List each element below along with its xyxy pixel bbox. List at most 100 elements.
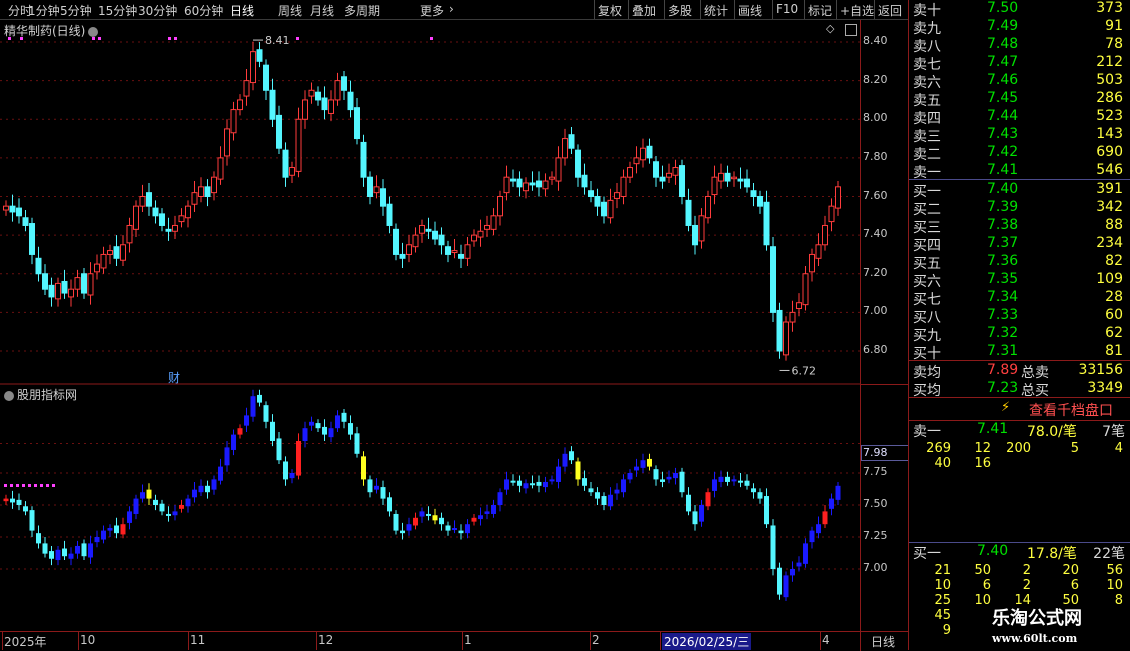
candle-body xyxy=(328,99,334,114)
ob-level-label: 买九 xyxy=(913,328,941,344)
sub-candle-body xyxy=(81,543,87,557)
ob-volume: 88 xyxy=(1105,217,1123,233)
ask-row[interactable]: 卖六 7.46 503 xyxy=(909,72,1130,91)
chevron-right-icon[interactable]: › xyxy=(449,2,454,16)
queue-order: 10 xyxy=(934,578,951,593)
bid-row[interactable]: 买三 7.38 88 xyxy=(909,217,1130,236)
chart-settings-icon[interactable]: ◇ xyxy=(826,22,834,35)
sub-candle-body xyxy=(556,466,561,482)
chevron-down-icon[interactable] xyxy=(88,26,99,37)
tab-7[interactable]: 周线 xyxy=(278,2,302,19)
tab-4[interactable]: 30分钟 xyxy=(138,2,177,19)
candle-body xyxy=(770,246,776,313)
bid-row[interactable]: 买七 7.34 28 xyxy=(909,289,1130,308)
sub-candle-body xyxy=(673,473,678,479)
candle-body xyxy=(516,178,523,188)
candle-body xyxy=(802,273,809,306)
sub-candle-body xyxy=(283,461,288,480)
tab-5[interactable]: 60分钟 xyxy=(184,2,223,19)
ob-level-label: 卖四 xyxy=(913,111,941,127)
queue-order: 9 xyxy=(942,623,951,638)
candle-body xyxy=(523,182,529,192)
toolbar-button-6[interactable]: 标记 xyxy=(808,2,832,19)
toolbar-divider xyxy=(804,0,805,19)
sub-price-tick: 7.00 xyxy=(863,561,888,574)
ob-price: 7.42 xyxy=(987,144,1019,160)
bid-row[interactable]: 买九 7.32 62 xyxy=(909,325,1130,344)
toolbar-button-2[interactable]: 多股 xyxy=(668,2,692,19)
bid-row[interactable]: 买八 7.33 60 xyxy=(909,307,1130,326)
ob-price: 7.45 xyxy=(987,90,1019,106)
period-indicator[interactable]: 日线 xyxy=(860,631,909,651)
ask-row[interactable]: 卖九 7.49 91 xyxy=(909,18,1130,37)
ask-row[interactable]: 卖三 7.43 143 xyxy=(909,126,1130,145)
toolbar-divider xyxy=(836,0,837,19)
main-chart-title-text: 精华制药(日线) xyxy=(4,24,86,38)
sub-candle-body xyxy=(341,412,347,422)
chevron-down-icon[interactable] xyxy=(4,390,14,401)
ask-row[interactable]: 卖四 7.44 523 xyxy=(909,108,1130,127)
queue-order: 5 xyxy=(1070,441,1079,456)
tab-8[interactable]: 月线 xyxy=(310,2,334,19)
candle-body xyxy=(828,205,835,223)
toolbar-button-1[interactable]: 叠加 xyxy=(632,2,656,19)
candle-body xyxy=(497,196,503,217)
candle-body xyxy=(685,199,692,226)
queue-order: 16 xyxy=(974,456,991,471)
maximize-icon[interactable] xyxy=(845,24,857,36)
tab-9[interactable]: 多周期 xyxy=(344,2,380,19)
toolbar-button-3[interactable]: 统计 xyxy=(704,2,728,19)
tab-6[interactable]: 日线 xyxy=(230,2,254,19)
sub-candle-body xyxy=(699,505,704,522)
bid-row[interactable]: 买六 7.35 109 xyxy=(909,271,1130,290)
candle-body xyxy=(776,309,783,352)
ob-price: 7.46 xyxy=(987,72,1019,88)
candle-body xyxy=(68,288,74,298)
ask-row[interactable]: 卖五 7.45 286 xyxy=(909,90,1130,109)
candle-body xyxy=(334,80,341,101)
ob-level-label: 买二 xyxy=(913,202,941,218)
candle-body xyxy=(412,234,419,248)
toolbar-divider xyxy=(664,0,665,19)
price-tick: 8.40 xyxy=(863,34,888,47)
kline-chart[interactable]: 8.41 6.72 财 xyxy=(0,20,860,632)
sub-candle-body xyxy=(179,505,184,509)
ask-row[interactable]: 卖一 7.41 546 xyxy=(909,162,1130,181)
sub-candle-body xyxy=(3,498,9,502)
sub-candle-body xyxy=(666,476,672,480)
candle-body xyxy=(796,302,802,310)
candle-body xyxy=(289,167,295,176)
ask-row[interactable]: 卖十 7.50 373 xyxy=(909,0,1130,19)
bid-row[interactable]: 买二 7.39 342 xyxy=(909,199,1130,218)
sub-candle-body xyxy=(705,492,711,507)
bid-row[interactable]: 买十 7.31 81 xyxy=(909,343,1130,362)
toolbar-button-8[interactable]: 返回 xyxy=(878,2,902,19)
ob-level-label: 买三 xyxy=(913,220,941,236)
tab-10[interactable]: 更多 xyxy=(420,2,444,19)
candle-body xyxy=(16,207,22,217)
bid-row[interactable]: 买五 7.36 82 xyxy=(909,253,1130,272)
bid-row[interactable]: 买四 7.37 234 xyxy=(909,235,1130,254)
ask-row[interactable]: 卖七 7.47 212 xyxy=(909,54,1130,73)
tab-3[interactable]: 15分钟 xyxy=(98,2,137,19)
view-thousand-button[interactable]: ⚡ 查看千档盘口 xyxy=(909,398,1130,420)
tab-2[interactable]: 5分钟 xyxy=(60,2,92,19)
date-tick xyxy=(188,632,189,650)
tab-1[interactable]: 1分钟 xyxy=(28,2,60,19)
sub-candle-body xyxy=(803,543,808,564)
candle-body xyxy=(107,250,113,255)
bid-row[interactable]: 买一 7.40 391 xyxy=(909,181,1130,200)
ob-volume: 60 xyxy=(1105,307,1123,323)
ask-row[interactable]: 卖二 7.42 690 xyxy=(909,144,1130,163)
date-label: 2025年 xyxy=(4,635,47,649)
ask-row[interactable]: 卖八 7.48 78 xyxy=(909,36,1130,55)
candle-body xyxy=(445,246,451,255)
toolbar-button-0[interactable]: 复权 xyxy=(598,2,622,19)
queue-order: 4 xyxy=(1114,441,1123,456)
toolbar-button-4[interactable]: 画线 xyxy=(738,2,762,19)
ob-volume: 234 xyxy=(1096,235,1123,251)
candle-body xyxy=(302,99,308,120)
toolbar-button-7[interactable]: +自选 xyxy=(840,2,874,19)
candle-body xyxy=(386,203,393,226)
toolbar-button-5[interactable]: F10 xyxy=(776,2,798,16)
